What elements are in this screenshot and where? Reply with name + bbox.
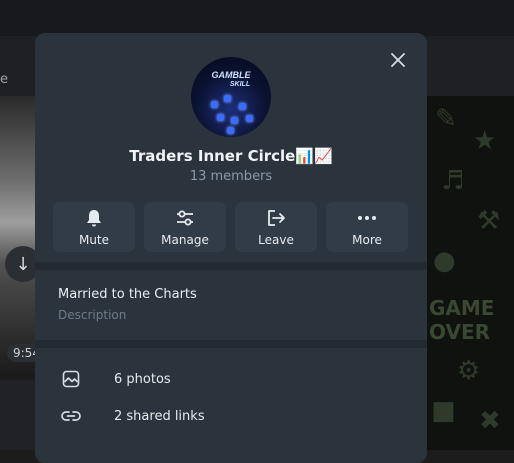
- avatar-text-top: GAMBLE: [211, 70, 251, 80]
- action-bar: Mute Manage Leave More: [53, 202, 408, 252]
- divider: [35, 262, 427, 270]
- photo-icon: [60, 370, 82, 388]
- shared-links-label: 2 shared links: [114, 408, 205, 424]
- mute-label: Mute: [78, 233, 110, 247]
- more-icon: [357, 207, 377, 229]
- divider: [35, 340, 427, 348]
- photos-row[interactable]: 6 photos: [35, 360, 427, 398]
- wallpaper-game-over-text: GAME OVER: [429, 296, 495, 344]
- chat-wallpaper: ✎ ★ ♬ ⚒ ● GAME OVER ⚙ ■ ✖: [427, 96, 514, 450]
- mute-button[interactable]: Mute: [53, 202, 135, 252]
- group-avatar[interactable]: GAMBLE SKILL: [191, 57, 271, 137]
- bell-icon: [85, 207, 103, 229]
- sliders-icon: [175, 207, 195, 229]
- manage-label: Manage: [161, 233, 209, 247]
- leave-icon: [266, 207, 286, 229]
- avatar-text-bottom: SKILL: [229, 81, 251, 88]
- background-video-preview: [0, 96, 36, 376]
- member-count: 13 members: [189, 169, 273, 184]
- link-icon: [60, 410, 82, 422]
- photos-label: 6 photos: [114, 371, 171, 387]
- background-left-bottom: [0, 380, 36, 450]
- manage-button[interactable]: Manage: [144, 202, 226, 252]
- leave-button[interactable]: Leave: [235, 202, 317, 252]
- background-right-header: [427, 36, 514, 96]
- more-label: More: [352, 233, 382, 247]
- group-title: Traders Inner Circle📊📈: [129, 147, 333, 165]
- background-left-text: e: [0, 72, 8, 87]
- description-text: Married to the Charts: [58, 287, 197, 302]
- leave-label: Leave: [258, 233, 294, 247]
- background-top-bar: [0, 0, 514, 36]
- more-button[interactable]: More: [326, 202, 408, 252]
- close-icon[interactable]: [385, 47, 411, 73]
- shared-links-row[interactable]: 2 shared links: [35, 397, 427, 435]
- group-info-dialog: GAMBLE SKILL Traders Inner Circle📊📈 13 m…: [35, 33, 427, 463]
- background-left-header: [0, 36, 36, 96]
- description-label: Description: [58, 308, 127, 322]
